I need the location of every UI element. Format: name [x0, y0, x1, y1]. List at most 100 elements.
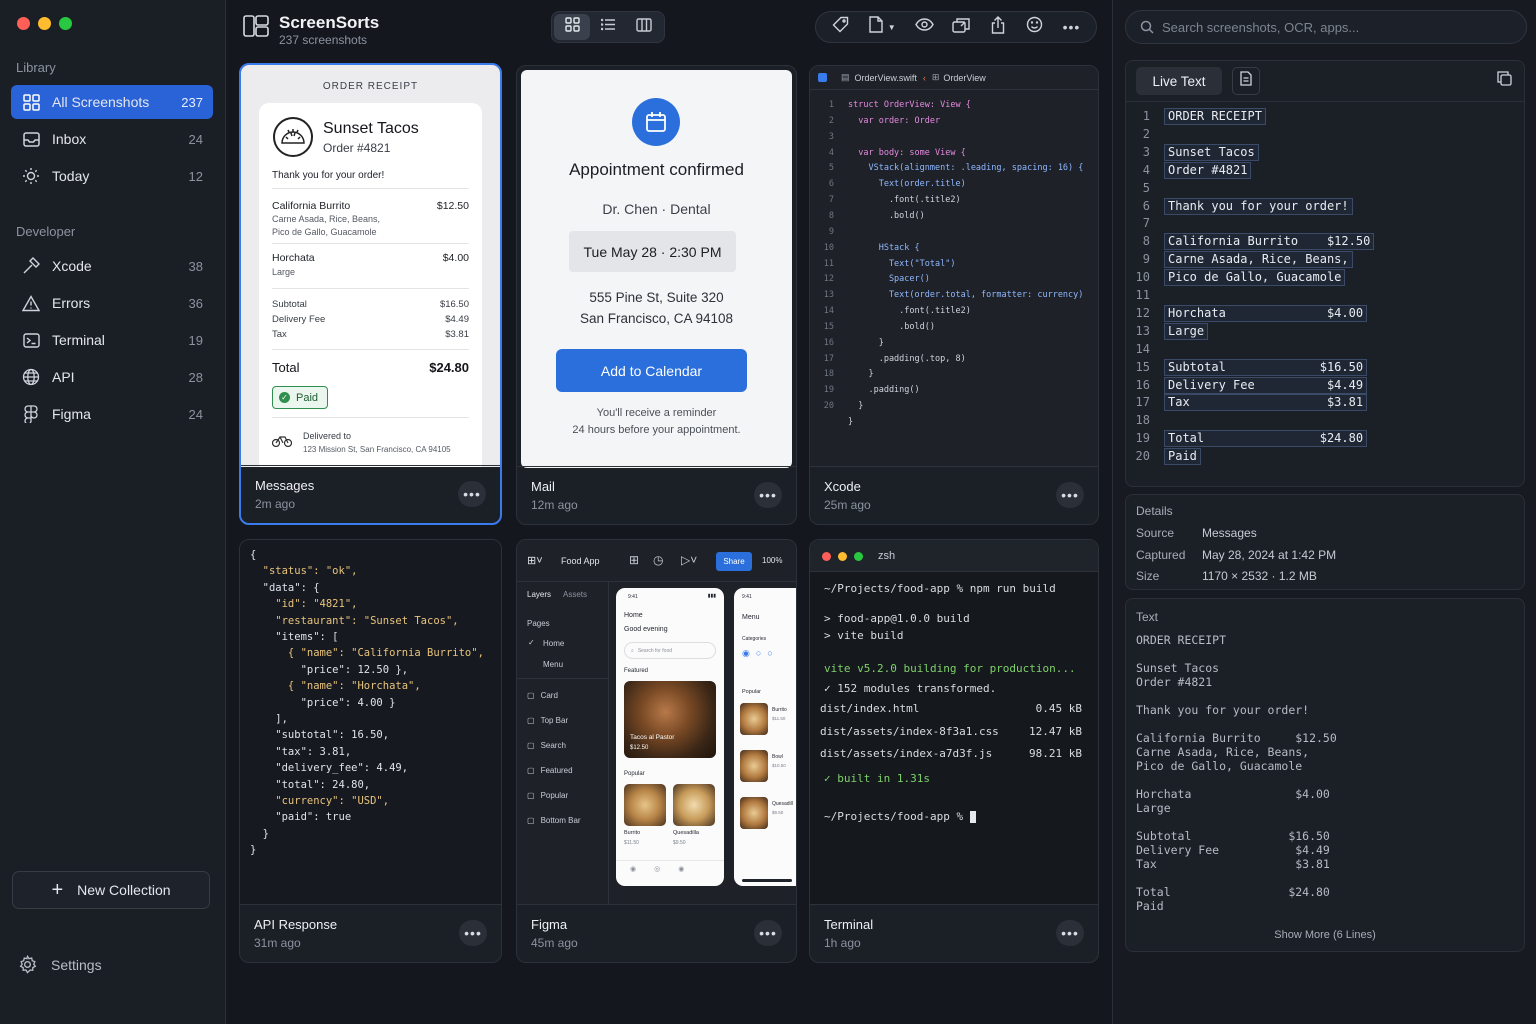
live-text-line[interactable]: Large [1164, 322, 1209, 340]
live-text-line[interactable]: Subtotal $16.50 [1164, 358, 1368, 376]
preview-button[interactable] [909, 14, 939, 40]
grid-view-button[interactable] [554, 14, 590, 40]
card-title: Messages [255, 478, 315, 493]
divider [272, 288, 469, 289]
tag-button[interactable] [825, 14, 855, 40]
screenshot-card-api-response[interactable]: { "status": "ok", "data": { "id": "4821"… [239, 539, 502, 963]
sidebar-item-xcode[interactable]: Xcode 38 [11, 249, 213, 283]
live-text-line[interactable]: California Burrito $12.50 [1164, 233, 1375, 251]
sidebar-item-label: All Screenshots [52, 94, 150, 110]
layer-item[interactable]: ▢ Top Bar [527, 716, 568, 725]
live-text-line[interactable]: Order #4821 [1164, 161, 1252, 179]
search-field[interactable]: Search screenshots, OCR, apps... [1125, 10, 1527, 44]
copy-icon [1497, 71, 1512, 90]
card-more-button[interactable]: ••• [458, 481, 486, 507]
figma-share-button[interactable]: Share [716, 552, 752, 571]
greeting: Good evening [624, 626, 668, 633]
live-text-line-number: 2 [1142, 126, 1150, 141]
code-line: } [848, 369, 874, 380]
card-more-button[interactable]: ••• [1056, 482, 1084, 508]
search-field[interactable]: ⌕ Search for food [624, 642, 716, 659]
search-placeholder: Search screenshots, OCR, apps... [1162, 19, 1360, 35]
figma-zoom[interactable]: 100% [762, 556, 782, 565]
column-view-button[interactable] [626, 14, 662, 40]
developer-section-label: Developer [16, 224, 76, 239]
layer-item[interactable]: ▢ Popular [527, 791, 568, 800]
minimize-window-button[interactable] [38, 17, 51, 30]
live-text-line[interactable]: Carne Asada, Rice, Beans, [1164, 251, 1353, 269]
settings-button[interactable]: Settings [18, 955, 102, 974]
grid-icon [21, 92, 41, 112]
live-text-line[interactable]: Total $24.80 [1164, 430, 1368, 448]
screenshot-card-figma[interactable]: ⊞˅ Food App ⊞ ◷ ▷˅ Share 100% Layers Ass… [516, 539, 797, 963]
card-more-button[interactable]: ••• [459, 920, 487, 946]
live-text-line-number: 13 [1135, 323, 1150, 338]
sidebar-item-terminal[interactable]: Terminal 19 [11, 323, 213, 357]
move-button[interactable] [946, 14, 976, 40]
sidebar-item-errors[interactable]: Errors 36 [11, 286, 213, 320]
layers-tab[interactable]: Layers [527, 590, 551, 599]
new-collection-button[interactable]: + New Collection [12, 871, 210, 909]
sidebar-item-today[interactable]: Today 12 [11, 159, 213, 193]
assets-tab[interactable]: Assets [563, 590, 587, 599]
live-text-line[interactable]: Thank you for your order! [1164, 197, 1353, 215]
page-item[interactable]: Menu [543, 660, 563, 669]
layer-item[interactable]: ▢ Featured [527, 766, 573, 775]
bicycle-icon [271, 434, 293, 452]
screenshot-card-xcode[interactable]: ▤ OrderView.swift ‹ ⊞ OrderView 1 struct … [809, 65, 1099, 525]
close-window-button[interactable] [17, 17, 30, 30]
item2-name: Horchata [272, 252, 315, 264]
layer-item[interactable]: ▢ Search [527, 741, 566, 750]
card-more-button[interactable]: ••• [754, 920, 782, 946]
menu-item-name: Bowl [772, 754, 783, 760]
screenshot-card-messages[interactable]: ORDER RECEIPT Sunset Tacos Order #4821 T… [239, 63, 502, 525]
live-text-line[interactable]: Sunset Tacos [1164, 143, 1259, 161]
screenshot-thumbnail: ORDER RECEIPT Sunset Tacos Order #4821 T… [241, 65, 500, 467]
share-button[interactable] [983, 14, 1013, 40]
add-to-calendar-button[interactable]: Add to Calendar [556, 349, 747, 392]
terminal-prompt[interactable]: ~/Projects/food-app % [824, 810, 976, 823]
page-item[interactable]: Home [543, 639, 564, 648]
document-tab-button[interactable] [1232, 67, 1260, 95]
live-text-line[interactable]: Pico de Gallo, Guacamole [1164, 269, 1346, 287]
copy-all-button[interactable] [1497, 71, 1512, 91]
item2-desc: Large [272, 267, 296, 277]
folder-move-icon [952, 17, 970, 38]
popular-title: Popular [742, 689, 761, 695]
show-more-button[interactable]: Show More (6 Lines) [1126, 929, 1524, 941]
card-footer: API Response 31m ago ••• [240, 904, 501, 962]
emoji-button[interactable] [1020, 14, 1050, 40]
status-time: 9:41 [742, 594, 752, 600]
grid-icon [564, 17, 580, 37]
sidebar-item-count: 237 [181, 94, 203, 110]
layer-item[interactable]: ▢ Card [527, 691, 558, 700]
live-text-line[interactable]: Horchata $4.00 [1164, 304, 1368, 322]
sidebar-item-inbox[interactable]: Inbox 24 [11, 122, 213, 156]
live-text-tab[interactable]: Live Text [1136, 67, 1222, 95]
live-text-line[interactable]: Paid [1164, 448, 1201, 466]
json-line: "data": { [250, 581, 320, 594]
screenshot-thumbnail: ▤ OrderView.swift ‹ ⊞ OrderView 1 struct … [810, 66, 1098, 468]
popular-item: Burrito [624, 830, 641, 836]
copy-menu-button[interactable]: ▼ [862, 14, 902, 40]
live-text-line[interactable]: ORDER RECEIPT [1164, 108, 1266, 125]
layer-item[interactable]: ▢ Bottom Bar [527, 816, 581, 825]
sidebar-item-figma[interactable]: Figma 24 [11, 397, 213, 431]
zoom-window-button[interactable] [59, 17, 72, 30]
detail-key: Source [1136, 526, 1175, 540]
screenshot-card-terminal[interactable]: zsh ~/Projects/food-app % npm run build … [809, 539, 1099, 963]
library-section-label: Library [16, 60, 56, 75]
list-view-button[interactable] [590, 14, 626, 40]
more-options-button[interactable]: ••• [1056, 14, 1086, 40]
sidebar-item-all-screenshots[interactable]: All Screenshots 237 [11, 85, 213, 119]
layer-icon: ▢ [527, 741, 535, 750]
card-more-button[interactable]: ••• [754, 482, 782, 508]
mail-title: Appointment confirmed [569, 160, 744, 179]
line-number: 19 [823, 385, 834, 396]
card-more-button[interactable]: ••• [1056, 920, 1084, 946]
line-number: 16 [823, 337, 834, 348]
live-text-line[interactable]: Tax $3.81 [1164, 394, 1368, 412]
screenshot-card-mail[interactable]: Appointment confirmed Dr. Chen · Dental … [516, 65, 797, 525]
sidebar-item-api[interactable]: API 28 [11, 360, 213, 394]
live-text-line[interactable]: Delivery Fee $4.49 [1164, 376, 1368, 394]
